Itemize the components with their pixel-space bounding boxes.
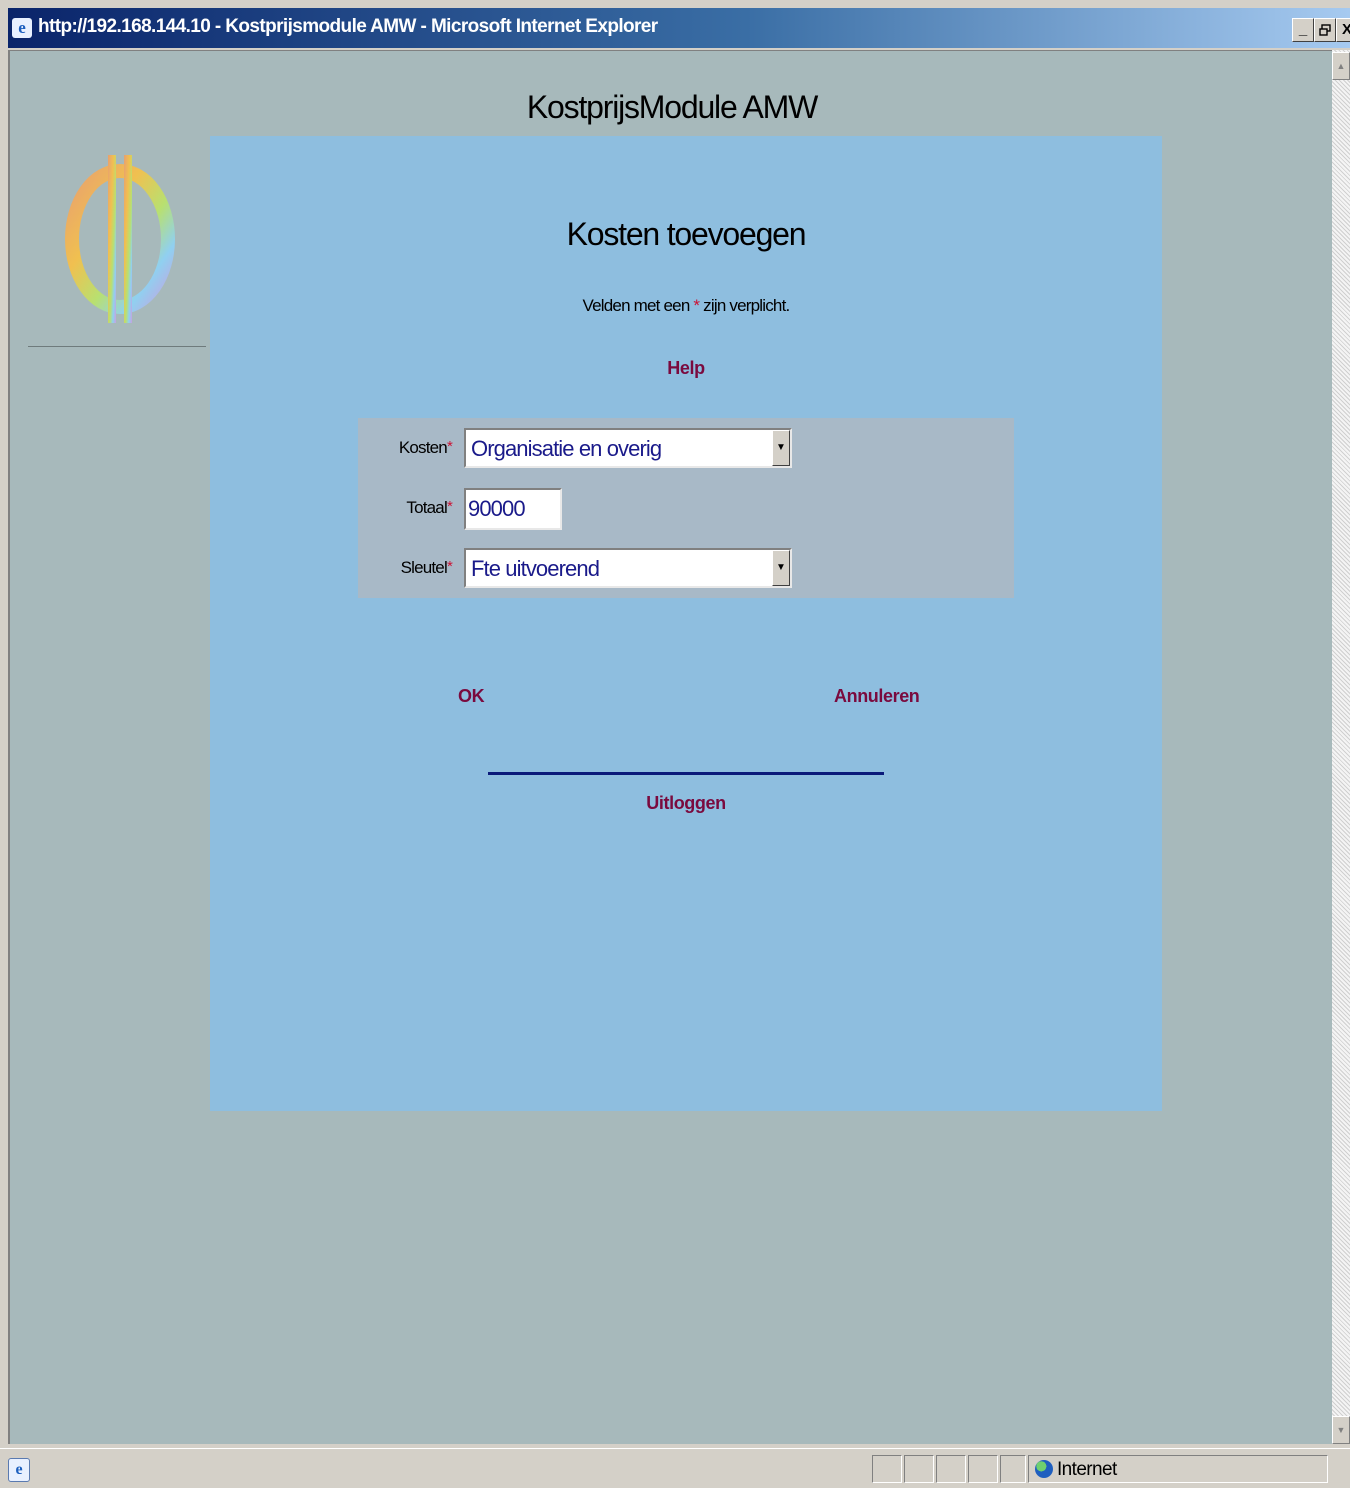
euro-logo xyxy=(65,155,175,323)
divider xyxy=(488,772,884,775)
ok-link[interactable]: OK xyxy=(458,686,485,707)
minimize-button[interactable]: _ xyxy=(1292,18,1314,42)
status-pane xyxy=(1000,1455,1026,1483)
ie-icon: e xyxy=(12,18,32,38)
kosten-label: Kosten* xyxy=(358,438,453,458)
required-marker: * xyxy=(446,558,453,575)
cancel-link[interactable]: Annuleren xyxy=(834,686,920,707)
scroll-up-button[interactable]: ▲ xyxy=(1332,52,1350,80)
status-bar: e Internet xyxy=(0,1448,1350,1488)
sleutel-label-text: Sleutel xyxy=(400,558,448,577)
vertical-scrollbar[interactable]: ▲ ▼ xyxy=(1332,50,1350,1444)
help-link[interactable]: Help xyxy=(210,358,1162,379)
required-note-text: Velden met een xyxy=(582,296,694,315)
form: Kosten* Organisatie en overig ▼ Totaal* … xyxy=(358,418,1014,598)
kosten-select-value: Organisatie en overig xyxy=(471,436,662,461)
page-title: Kosten toevoegen xyxy=(566,216,807,252)
title-bar[interactable]: e http://192.168.144.10 - Kostprijsmodul… xyxy=(8,8,1350,48)
required-fields-note: Velden met een * zijn verplicht. xyxy=(210,296,1162,316)
status-pane xyxy=(872,1455,902,1483)
totaal-label: Totaal* xyxy=(358,498,452,518)
totaal-input[interactable] xyxy=(464,488,562,530)
required-marker: * xyxy=(446,438,453,455)
kosten-label-text: Kosten xyxy=(398,438,448,457)
required-note-text: zijn verplicht. xyxy=(699,296,790,315)
totaal-label-text: Totaal xyxy=(406,498,447,517)
close-button[interactable]: X xyxy=(1336,18,1350,42)
logout-link[interactable]: Uitloggen xyxy=(210,793,1162,814)
sleutel-select[interactable]: Fte uitvoerend ▼ xyxy=(464,548,792,588)
content-panel: Kosten toevoegen Velden met een * zijn v… xyxy=(210,136,1162,1111)
app-title: KostprijsModule AMW xyxy=(526,89,818,125)
window-title: http://192.168.144.10 - Kostprijsmodule … xyxy=(38,16,658,37)
divider xyxy=(28,346,206,347)
restore-button[interactable] xyxy=(1314,18,1336,42)
restore-icon xyxy=(1319,24,1331,36)
security-zone: Internet xyxy=(1028,1455,1328,1483)
globe-icon xyxy=(1035,1460,1053,1478)
status-pane xyxy=(968,1455,998,1483)
ie-icon: e xyxy=(8,1458,30,1482)
chevron-down-icon[interactable]: ▼ xyxy=(772,430,790,466)
page-viewport: KostprijsModule AMW Kosten toevoegen Vel… xyxy=(8,50,1332,1444)
browser-window: e http://192.168.144.10 - Kostprijsmodul… xyxy=(0,0,1350,1488)
chevron-down-icon[interactable]: ▼ xyxy=(772,550,790,586)
zone-label: Internet xyxy=(1057,1459,1117,1480)
sleutel-label: Sleutel* xyxy=(358,558,453,578)
status-pane xyxy=(936,1455,966,1483)
sleutel-select-value: Fte uitvoerend xyxy=(471,556,600,581)
required-marker: * xyxy=(446,498,453,515)
status-pane xyxy=(904,1455,934,1483)
kosten-select[interactable]: Organisatie en overig ▼ xyxy=(464,428,792,468)
scroll-down-button[interactable]: ▼ xyxy=(1332,1416,1350,1444)
